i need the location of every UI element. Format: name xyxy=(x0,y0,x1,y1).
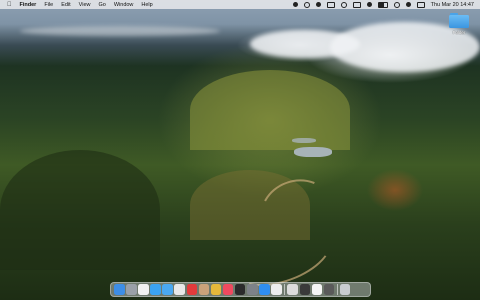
desktop-wallpaper xyxy=(0,0,480,300)
launchpad-icon[interactable] xyxy=(126,284,137,295)
menu-clock[interactable]: Thu Mar 20 14:47 xyxy=(431,2,474,8)
status-display-icon[interactable] xyxy=(326,1,335,8)
control-center-icon[interactable] xyxy=(416,1,425,8)
wifi-icon[interactable] xyxy=(393,1,400,8)
search-icon[interactable] xyxy=(405,2,411,7)
wallpaper-pond xyxy=(292,138,316,143)
dock-separator xyxy=(336,284,338,295)
desktop-folder-label: Folder xyxy=(452,30,466,35)
terminal-icon[interactable] xyxy=(234,284,246,295)
status-app-icon[interactable] xyxy=(292,2,298,7)
window-3-icon[interactable] xyxy=(311,284,323,295)
menu-edit[interactable]: Edit xyxy=(61,2,70,8)
contacts-icon[interactable] xyxy=(198,284,210,295)
folder-icon xyxy=(449,13,469,28)
app-store-icon[interactable] xyxy=(259,284,270,295)
wallpaper-pond xyxy=(294,147,332,157)
music-icon[interactable] xyxy=(222,284,234,295)
bluetooth-icon[interactable] xyxy=(366,2,372,7)
status-menu-icon[interactable] xyxy=(315,2,321,7)
preview-icon[interactable] xyxy=(271,284,282,295)
window-2-icon[interactable] xyxy=(299,284,310,295)
menu-help[interactable]: Help xyxy=(141,2,152,8)
dock-separator xyxy=(284,284,285,295)
status-keyboard-icon[interactable] xyxy=(352,1,361,8)
menu-view[interactable]: View xyxy=(79,2,91,8)
window-1-icon[interactable] xyxy=(287,284,298,295)
mail-icon[interactable] xyxy=(162,284,173,295)
status-record-icon[interactable] xyxy=(303,1,310,8)
calendar-icon[interactable] xyxy=(138,284,149,295)
status-clock-icon[interactable] xyxy=(340,1,347,8)
wallpaper-hill xyxy=(190,70,350,150)
battery-icon[interactable] xyxy=(377,1,388,8)
desktop-folder[interactable]: Folder xyxy=(447,13,471,35)
window-4-icon[interactable] xyxy=(323,284,335,295)
trash-icon[interactable] xyxy=(339,284,351,295)
menu-app-name[interactable]: Finder xyxy=(20,2,37,8)
wallpaper-forest xyxy=(0,150,160,270)
menu-window[interactable]: Window xyxy=(114,2,134,8)
notes-icon[interactable] xyxy=(210,284,222,295)
finder-icon[interactable] xyxy=(114,284,125,295)
wallpaper-cloud xyxy=(20,26,220,36)
dock xyxy=(110,282,371,297)
photos-icon[interactable] xyxy=(174,284,185,295)
apple-icon[interactable]:  xyxy=(7,2,12,8)
menu-bar:  Finder File Edit View Go Window Help T… xyxy=(0,0,480,9)
music-red-icon[interactable] xyxy=(186,284,198,295)
menu-file[interactable]: File xyxy=(44,2,53,8)
system-settings-icon[interactable] xyxy=(247,284,258,295)
safari-icon[interactable] xyxy=(150,284,161,295)
menu-go[interactable]: Go xyxy=(99,2,106,8)
